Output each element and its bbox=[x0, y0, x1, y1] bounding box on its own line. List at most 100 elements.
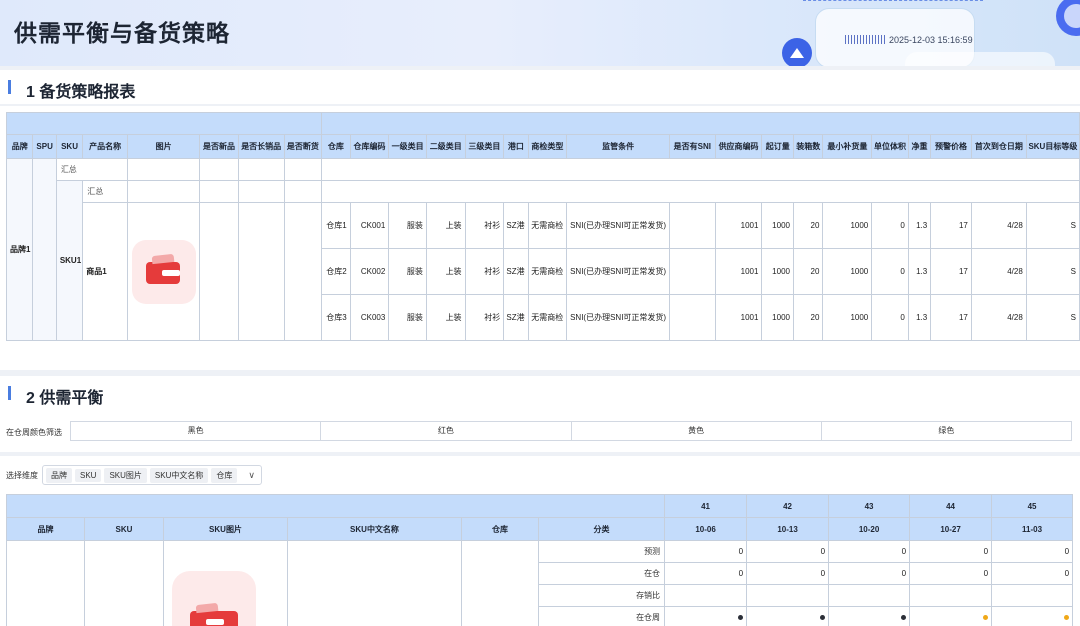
column-header[interactable]: SKU bbox=[84, 517, 164, 541]
summary-cell bbox=[321, 158, 1080, 181]
week-date-header: 10-06 bbox=[664, 517, 748, 541]
column-header[interactable]: 监管条件 bbox=[566, 134, 670, 159]
column-header[interactable]: 仓库 bbox=[321, 134, 351, 159]
color-filter-label: 在仓周颜色筛选 bbox=[6, 428, 62, 437]
summary-cell bbox=[199, 158, 239, 181]
column-header[interactable]: 仓库编码 bbox=[349, 134, 390, 159]
column-header[interactable]: 是否新品 bbox=[199, 134, 239, 159]
column-header[interactable]: SKU bbox=[55, 134, 84, 159]
column-header[interactable]: SKU图片 bbox=[163, 517, 288, 541]
section-1-title: 1 备货策略报表 bbox=[26, 84, 136, 101]
color-tab[interactable]: 黑色 bbox=[71, 422, 322, 440]
column-header[interactable]: 装箱数 bbox=[792, 134, 824, 159]
status-dot-cell bbox=[746, 606, 830, 626]
cat2-cell: 上装 bbox=[425, 294, 466, 341]
sku-image[interactable] bbox=[172, 571, 256, 626]
port-cell: SZ港 bbox=[503, 202, 529, 249]
color-filter-tabs: 黑色 红色 黄色 绿色 bbox=[70, 421, 1072, 441]
column-header[interactable]: 产品名称 bbox=[82, 134, 128, 159]
summary-cell bbox=[283, 180, 323, 203]
pack-cell: 20 bbox=[792, 202, 824, 249]
table-header-row: 品牌 SKU SKU图片 SKU中文名称 仓库 分类 10-06 10-13 10-20 10-2… bbox=[6, 517, 1074, 541]
section-marker bbox=[8, 386, 11, 400]
column-header[interactable]: 一级类目 bbox=[388, 134, 427, 159]
alert-price-cell: 17 bbox=[930, 248, 972, 295]
moq-cell: 1000 bbox=[761, 248, 794, 295]
week-date-header: 10-13 bbox=[746, 517, 830, 541]
section-marker bbox=[8, 80, 11, 94]
chevron-down-icon[interactable]: ∨ bbox=[248, 470, 255, 481]
column-header[interactable]: 净重 bbox=[907, 134, 932, 159]
inspection-cell: 无需商检 bbox=[527, 248, 568, 295]
category-cell: 在仓 bbox=[537, 562, 666, 585]
value-cell: 0 bbox=[909, 540, 993, 563]
sku-image-cell bbox=[163, 540, 288, 626]
column-header[interactable]: 品牌 bbox=[5, 134, 34, 159]
sni-cell bbox=[668, 202, 716, 249]
cat3-cell: 衬衫 bbox=[464, 248, 505, 295]
column-header[interactable]: 三级类目 bbox=[464, 134, 505, 159]
column-header[interactable]: 单位体积 bbox=[871, 134, 909, 159]
cat2-cell: 上装 bbox=[425, 248, 466, 295]
product-image[interactable] bbox=[131, 239, 196, 304]
column-header[interactable]: 是否有SNI bbox=[668, 134, 716, 159]
cat2-cell: 上装 bbox=[425, 202, 466, 249]
cat1-cell: 服装 bbox=[388, 294, 427, 341]
dimension-chip[interactable]: SKU bbox=[75, 468, 102, 482]
column-header[interactable]: 首次到仓日期 bbox=[970, 134, 1027, 159]
pack-cell: 20 bbox=[792, 248, 824, 295]
dimension-label: 选择维度 bbox=[6, 471, 38, 480]
table-row: 预测 0 0 0 0 0 bbox=[6, 540, 1074, 626]
column-header[interactable]: 港口 bbox=[503, 134, 529, 159]
column-header[interactable]: 起订量 bbox=[761, 134, 794, 159]
section-2-header: 2 供需平衡 bbox=[0, 376, 1080, 410]
value-cell: 0 bbox=[828, 562, 911, 585]
value-cell: 0 bbox=[664, 562, 748, 585]
color-tab[interactable]: 绿色 bbox=[822, 422, 1071, 440]
dimension-chip[interactable]: 仓库 bbox=[211, 467, 238, 483]
min-replenish-cell: 1000 bbox=[822, 294, 873, 341]
week-number-header: 45 bbox=[991, 494, 1074, 518]
regulation-cell: SNI(已办理SNI可正常发货) bbox=[566, 202, 670, 249]
column-header[interactable]: 供应商编码 bbox=[714, 134, 763, 159]
code-cell: CK002 bbox=[349, 248, 390, 295]
header-band-right bbox=[321, 112, 1080, 135]
supplier-cell: 1001 bbox=[714, 202, 763, 249]
column-header[interactable]: 最小补货量 bbox=[822, 134, 873, 159]
week-number-header: 41 bbox=[664, 494, 748, 518]
column-header[interactable]: 是否断货 bbox=[283, 134, 323, 159]
cat3-cell: 衬衫 bbox=[464, 202, 505, 249]
column-header[interactable]: SKU中文名称 bbox=[287, 517, 462, 541]
color-tab[interactable]: 黄色 bbox=[572, 422, 822, 440]
column-header[interactable]: 品牌 bbox=[6, 517, 85, 541]
column-header[interactable]: 是否长销品 bbox=[237, 134, 285, 159]
column-header[interactable]: 分类 bbox=[537, 517, 666, 541]
grade-cell: S bbox=[1025, 202, 1080, 249]
header-band-left bbox=[5, 112, 323, 135]
grade-cell: S bbox=[1025, 294, 1080, 341]
dimension-chip[interactable]: SKU图片 bbox=[104, 467, 147, 483]
status-dot-icon bbox=[820, 615, 826, 620]
column-header[interactable]: SPU bbox=[32, 134, 57, 159]
sku-summary-row: SKU1 汇总 bbox=[7, 180, 1080, 341]
alert-price-cell: 17 bbox=[930, 294, 972, 341]
column-header[interactable]: 预警价格 bbox=[930, 134, 972, 159]
warehouse-cell: 仓库1 bbox=[321, 202, 351, 249]
column-header[interactable]: 商检类型 bbox=[527, 134, 568, 159]
inspection-cell: 无需商检 bbox=[527, 202, 568, 249]
is-out-of-stock-cell bbox=[283, 202, 323, 341]
brand-cell: 品牌1 bbox=[5, 158, 34, 341]
status-dot-cell bbox=[991, 606, 1074, 626]
column-header[interactable]: 二级类目 bbox=[425, 134, 466, 159]
dimension-chip[interactable]: 品牌 bbox=[46, 467, 72, 483]
column-header[interactable]: 仓库 bbox=[461, 517, 539, 541]
dimension-chip[interactable]: SKU中文名称 bbox=[149, 467, 209, 483]
week-date-header: 10-20 bbox=[828, 517, 911, 541]
product-image-cell bbox=[126, 202, 201, 341]
color-tab[interactable]: 红色 bbox=[321, 422, 572, 440]
summary-cell bbox=[321, 180, 1080, 203]
dimension-select[interactable]: 品牌 SKU SKU图片 SKU中文名称 仓库 ∨ bbox=[42, 465, 262, 485]
column-header[interactable]: SKU目标等级 bbox=[1025, 134, 1080, 159]
column-header[interactable]: 图片 bbox=[126, 134, 201, 159]
cat1-cell: 服装 bbox=[388, 248, 427, 295]
